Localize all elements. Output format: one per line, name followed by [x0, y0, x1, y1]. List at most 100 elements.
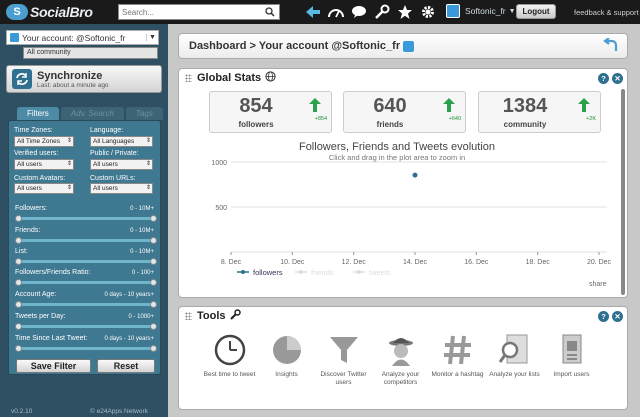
x-tick-label: 8. Dec [221, 259, 242, 266]
select-arrows-icon: ⇕ [145, 138, 151, 144]
star-icon[interactable] [396, 3, 413, 21]
legend-item-followers[interactable]: followers [237, 268, 283, 277]
speech-bubble-icon[interactable] [350, 3, 367, 21]
tool-competitors[interactable]: Analyze your competitors [372, 333, 429, 399]
verified-label: Verified users: [14, 150, 59, 157]
socialbro-logo[interactable]: S SocialBro [6, 3, 106, 21]
community-stat-card: 1384 community +2K [478, 91, 601, 133]
tool-label: Best time to tweet [203, 371, 256, 378]
time-zones-label: Time Zones: [14, 127, 53, 134]
share-link[interactable]: share [589, 281, 607, 288]
tools-header[interactable]: Tools ? ✕ [179, 307, 627, 325]
import-icon [562, 334, 581, 364]
account-menu[interactable]: Softonic_fr ▼ [446, 4, 516, 18]
drag-handle-icon[interactable] [185, 74, 192, 82]
top-bar: S SocialBro Softonic_fr ▼ Logout f [0, 0, 640, 24]
wrench-icon[interactable] [373, 3, 390, 21]
tools-title: Tools [197, 310, 226, 322]
version-label: v0.2.10 [11, 408, 33, 415]
tab-tags[interactable]: Tags [125, 107, 163, 120]
tab-filters[interactable]: Filters [17, 107, 59, 120]
language-select[interactable]: All Languages ⇕ [90, 136, 153, 147]
public-private-select[interactable]: All users ⇕ [90, 159, 153, 170]
scrollbar[interactable] [621, 89, 625, 295]
tools-list: Best time to tweet Insights Discover Twi… [201, 333, 600, 399]
slider-handle-min[interactable] [15, 237, 22, 244]
top-icon-bar [304, 3, 436, 21]
save-filter-button[interactable]: Save Filter [16, 359, 91, 373]
tab-adv-search[interactable]: Adv. Search [60, 107, 124, 120]
tool-hashtag[interactable]: Monitor a hashtag [429, 333, 486, 399]
chart-title: Followers, Friends and Tweets evolution [299, 141, 495, 153]
twitter-account-icon [10, 33, 19, 42]
search-input[interactable] [119, 5, 263, 19]
tool-import[interactable]: Import users [543, 333, 600, 399]
slider-handle-min[interactable] [15, 345, 22, 352]
gear-icon[interactable] [419, 3, 436, 21]
back-arrow-icon[interactable] [304, 3, 321, 21]
help-icon[interactable]: ? [598, 72, 609, 84]
chevron-down-icon: ▼ [146, 34, 158, 41]
pie-icon [272, 336, 301, 364]
global-stats-title: Global Stats [197, 72, 262, 84]
slider-handle-min[interactable] [15, 258, 22, 265]
verified-select[interactable]: All users ⇕ [14, 159, 74, 170]
slider-handle-max[interactable] [150, 215, 157, 222]
account-select-label: Your account: @Softonic_fr [22, 32, 126, 43]
logout-button[interactable]: Logout [516, 4, 556, 19]
slider-handle-min[interactable] [15, 323, 22, 330]
tool-lists[interactable]: Analyze your lists [486, 333, 543, 399]
legend-item-friends[interactable]: friends [295, 268, 334, 277]
account-age-range-slider[interactable] [15, 301, 157, 308]
search-icon[interactable] [263, 5, 277, 19]
community-option[interactable]: All community [23, 47, 158, 59]
slider-handle-max[interactable] [150, 237, 157, 244]
help-icon[interactable]: ? [598, 310, 609, 322]
evolution-chart[interactable]: Followers, Friends and Tweets evolution … [179, 137, 627, 297]
drag-handle-icon[interactable] [185, 312, 192, 320]
tweets-per-day-range-slider[interactable] [15, 323, 157, 330]
slider-handle-max[interactable] [150, 279, 157, 286]
data-point-followers[interactable] [412, 172, 418, 178]
tool-best-time[interactable]: Best time to tweet [201, 333, 258, 399]
slider-handle-min[interactable] [15, 279, 22, 286]
tool-discover[interactable]: Discover Twitter users [315, 333, 372, 399]
tool-insights[interactable]: Insights [258, 333, 315, 399]
slider-handle-max[interactable] [150, 258, 157, 265]
friends-range-label: Friends: [15, 227, 41, 234]
slider-handle-max[interactable] [150, 323, 157, 330]
search-box [118, 4, 280, 20]
return-arrow-icon[interactable] [603, 36, 619, 55]
slider-handle-max[interactable] [150, 301, 157, 308]
friends-range-slider[interactable] [15, 237, 157, 244]
svg-text:tweets: tweets [369, 268, 391, 277]
slider-handle-max[interactable] [150, 345, 157, 352]
last-tweet-range-label: Time Since Last Tweet: [15, 335, 88, 342]
select-arrows-icon: ⇕ [66, 138, 72, 144]
synchronize-button[interactable]: Synchronize Last: about a minute ago [6, 65, 162, 93]
global-stats-header[interactable]: Global Stats ? ✕ [179, 69, 627, 87]
tools-panel: Tools ? ✕ Best time to tweet Insights Di… [178, 306, 628, 410]
legend-item-tweets[interactable]: tweets [353, 268, 391, 277]
close-icon[interactable]: ✕ [612, 310, 623, 322]
close-icon[interactable]: ✕ [612, 72, 623, 84]
followers-range-value: 0 - 10M+ [130, 206, 154, 212]
twitter-account-icon [403, 40, 415, 52]
slider-handle-min[interactable] [15, 301, 22, 308]
avatars-select[interactable]: All users ⇕ [14, 183, 74, 194]
list-range-slider[interactable] [15, 258, 157, 265]
feedback-link[interactable]: feedback & support [574, 8, 639, 17]
urls-select[interactable]: All users ⇕ [90, 183, 153, 194]
account-select[interactable]: Your account: @Softonic_fr ▼ [6, 30, 159, 45]
last-tweet-range-slider[interactable] [15, 345, 157, 352]
dashboard-gauge-icon[interactable] [327, 3, 344, 21]
time-zones-select[interactable]: All Time Zones ⇕ [14, 136, 74, 147]
breadcrumb-text: Dashboard > Your account @Softonic_fr [189, 40, 401, 52]
slider-handle-min[interactable] [15, 215, 22, 222]
svg-text:followers: followers [253, 268, 283, 277]
ratio-range-slider[interactable] [15, 279, 157, 286]
community-count: 1384 [502, 95, 548, 117]
reset-button[interactable]: Reset [97, 359, 155, 373]
followers-range-slider[interactable] [15, 215, 157, 222]
friends-label: friends [376, 120, 404, 129]
